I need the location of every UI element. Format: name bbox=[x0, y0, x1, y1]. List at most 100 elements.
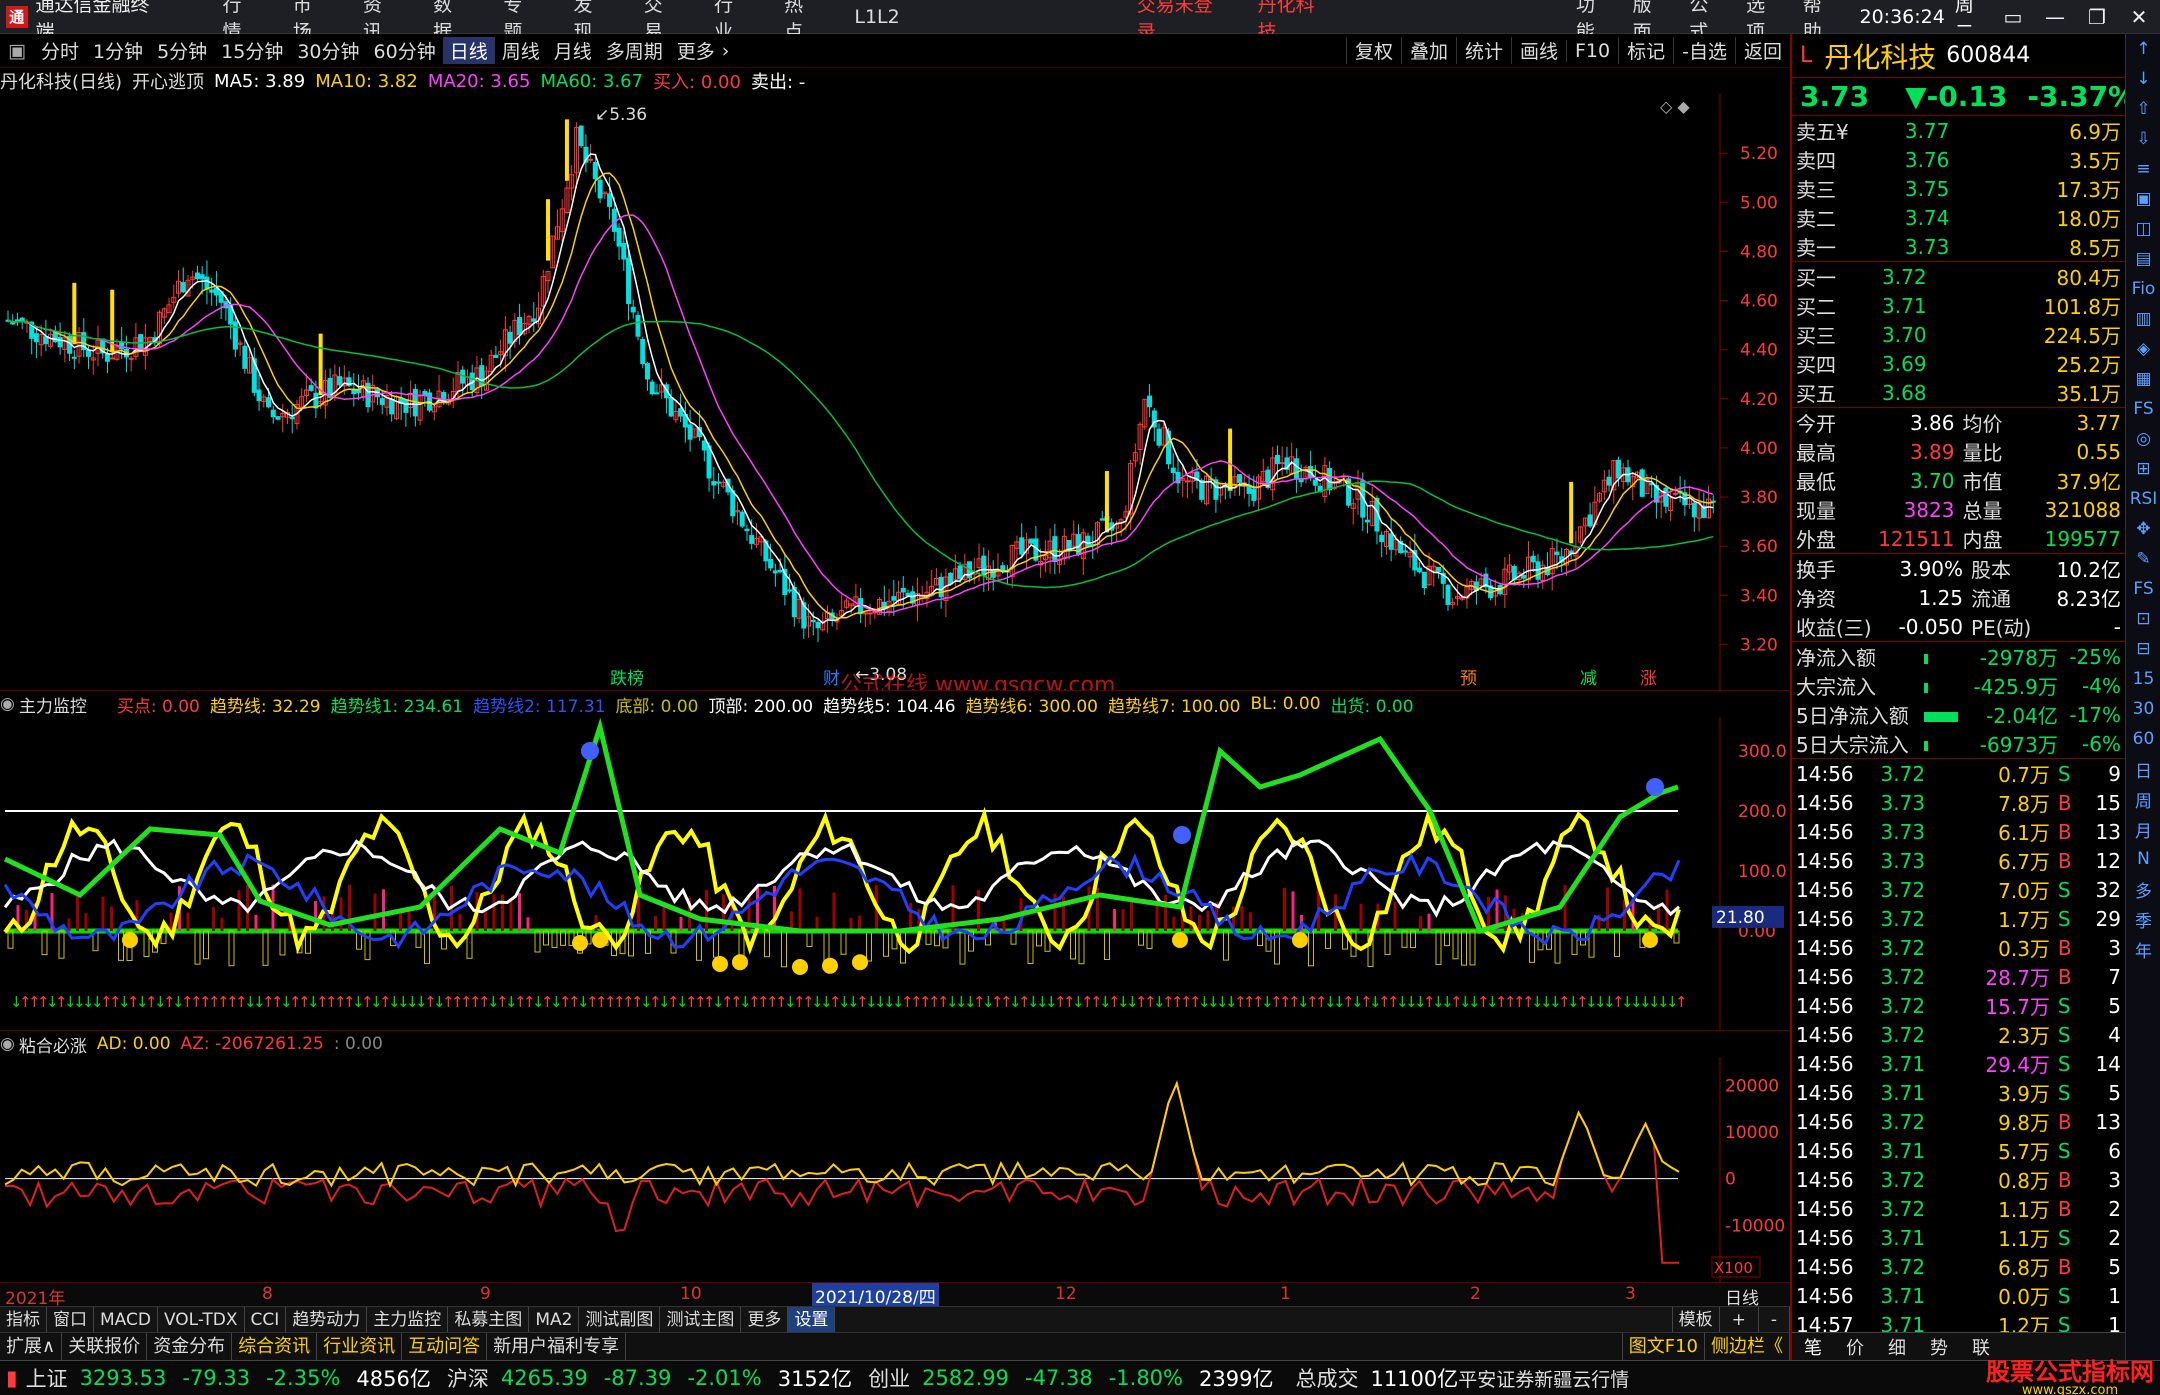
sidebar-tool-icon[interactable]: Fio bbox=[2126, 274, 2160, 304]
sidebar-tool-icon[interactable]: ▣ bbox=[2126, 184, 2160, 214]
sidebar-tool-icon[interactable]: 年 bbox=[2126, 934, 2160, 964]
tab-test-main[interactable]: 测试主图 bbox=[660, 1306, 742, 1333]
sub-chart-2-panel[interactable]: ◉ 粘合必涨 AD: 0.00 AZ: -2067261.25 : 0.00 2… bbox=[0, 1030, 1790, 1283]
tab-fund-dist[interactable]: 资金分布 bbox=[147, 1332, 233, 1361]
tick-row[interactable]: 14:56 3.71 0.0万 S 1 bbox=[1792, 1281, 2125, 1310]
tab-settings[interactable]: 设置 bbox=[788, 1306, 836, 1333]
tab-window[interactable]: 窗口 bbox=[47, 1306, 94, 1333]
sidebar-tool-icon[interactable]: 周 bbox=[2126, 784, 2160, 814]
tab-related[interactable]: 关联报价 bbox=[62, 1332, 148, 1361]
sidebar-tool-icon[interactable]: ◎ bbox=[2126, 424, 2160, 454]
stats-row[interactable]: 最低 3.70 市值 37.9亿 bbox=[1792, 466, 2125, 495]
sidebar-toggle[interactable]: 侧边栏《 bbox=[1705, 1332, 1790, 1361]
menu-item[interactable]: L1L2 bbox=[854, 6, 899, 28]
adhesion-chart[interactable]: 20000 10000 0 -10000 X100 bbox=[0, 1057, 1790, 1283]
chevron-right-icon[interactable]: › bbox=[722, 40, 730, 62]
tick-row[interactable]: 14:56 3.72 7.0万 S 32 bbox=[1792, 875, 2125, 904]
maximize-icon[interactable]: ❐ bbox=[2076, 5, 2118, 29]
tab-vol[interactable]: VOL-TDX bbox=[158, 1306, 245, 1333]
tab-trend[interactable]: 趋势动力 bbox=[286, 1306, 368, 1333]
toolbar-button[interactable]: 返回 bbox=[1734, 37, 1790, 64]
sidebar-tool-icon[interactable]: 日 bbox=[2126, 754, 2160, 784]
flow-row[interactable]: 5日净流入额 -2.04亿 -17% bbox=[1792, 700, 2125, 729]
minus-button[interactable]: - bbox=[1759, 1306, 1790, 1333]
period-more[interactable]: 更多 bbox=[670, 37, 722, 64]
stats-row[interactable]: 现量 3823 总量 321088 bbox=[1792, 495, 2125, 524]
period-2[interactable]: 1分钟 bbox=[86, 37, 150, 64]
period-5[interactable]: 30分钟 bbox=[290, 37, 366, 64]
period-8[interactable]: 周线 bbox=[495, 37, 547, 64]
sub1-title[interactable]: 主力监控 bbox=[19, 692, 87, 717]
sidebar-tool-icon[interactable]: ✎ bbox=[2126, 544, 2160, 574]
sidebar-tool-icon[interactable]: ⊟ bbox=[2126, 634, 2160, 664]
tick-row[interactable]: 14:56 3.72 9.8万 B 13 bbox=[1792, 1107, 2125, 1136]
sidebar-tool-icon[interactable]: 月 bbox=[2126, 814, 2160, 844]
bid-row[interactable]: 买四 3.69 25.2万 bbox=[1792, 349, 2125, 378]
sidebar-tool-icon[interactable]: ⇩ bbox=[2126, 124, 2160, 154]
sidebar-tool-icon[interactable]: ▤ bbox=[2126, 244, 2160, 274]
stats-row[interactable]: 最高 3.89 量比 0.55 bbox=[1792, 437, 2125, 466]
tick-row[interactable]: 14:56 3.72 15.7万 S 5 bbox=[1792, 991, 2125, 1020]
tick-row[interactable]: 14:56 3.72 0.7万 S 9 bbox=[1792, 759, 2125, 788]
toolbar-button[interactable]: F10 bbox=[1566, 39, 1618, 62]
tab-more[interactable]: 更多 bbox=[741, 1306, 789, 1333]
sidebar-tool-icon[interactable]: ↑ bbox=[2126, 34, 2160, 64]
sidebar-tool-icon[interactable]: ≡ bbox=[2126, 154, 2160, 184]
tab-jia[interactable]: 价 bbox=[1834, 1334, 1876, 1360]
main-force-monitor-chart[interactable]: 300.0200.0100.00.0021.80↓↑↑↑↓↑↓↓↓↓↑↑↓↑↓↑… bbox=[0, 717, 1790, 1031]
bid-row[interactable]: 买一 3.72 80.4万 bbox=[1792, 262, 2125, 291]
fund-row[interactable]: 净资 1.25 流通 8.23亿 bbox=[1792, 583, 2125, 612]
toolbar-button[interactable]: 统计 bbox=[1455, 37, 1511, 64]
bid-row[interactable]: 买五 3.68 35.1万 bbox=[1792, 378, 2125, 408]
tab-industry-news[interactable]: 行业资讯 bbox=[317, 1332, 403, 1361]
toolbar-button[interactable]: 叠加 bbox=[1400, 37, 1456, 64]
sidebar-tool-icon[interactable]: RSI bbox=[2126, 484, 2160, 514]
toolbar-button[interactable]: -自选 bbox=[1673, 37, 1735, 64]
sidebar-tool-icon[interactable]: ↓ bbox=[2126, 64, 2160, 94]
restore-icon[interactable]: ▭ bbox=[1992, 5, 2034, 29]
tick-row[interactable]: 14:56 3.71 1.1万 S 2 bbox=[1792, 1223, 2125, 1252]
flow-row[interactable]: 大宗流入 -425.9万 -4% bbox=[1792, 671, 2125, 700]
sidebar-tool-icon[interactable]: ◫ bbox=[2126, 214, 2160, 244]
close-icon[interactable]: ✕ bbox=[2118, 5, 2160, 29]
tab-ma2[interactable]: MA2 bbox=[529, 1306, 580, 1333]
toolbar-button[interactable]: 标记 bbox=[1618, 37, 1673, 64]
period-6[interactable]: 60分钟 bbox=[367, 37, 443, 64]
tab-new-user[interactable]: 新用户福利专享 bbox=[487, 1332, 627, 1361]
sub2-title[interactable]: 粘合必涨 bbox=[19, 1032, 87, 1057]
tab-monitor[interactable]: 主力监控 bbox=[367, 1306, 449, 1333]
period-daily[interactable]: 日线 bbox=[442, 37, 495, 64]
sidebar-tool-icon[interactable]: 季 bbox=[2126, 904, 2160, 934]
sidebar-tool-icon[interactable]: ⊞ bbox=[2126, 454, 2160, 484]
tick-row[interactable]: 14:56 3.73 6.1万 B 13 bbox=[1792, 817, 2125, 846]
tick-row[interactable]: 14:56 3.73 7.8万 B 15 bbox=[1792, 788, 2125, 817]
tick-row[interactable]: 14:56 3.71 3.9万 S 5 bbox=[1792, 1078, 2125, 1107]
tick-row[interactable]: 14:56 3.72 0.3万 B 3 bbox=[1792, 933, 2125, 962]
tick-row[interactable]: 14:56 3.72 6.8万 B 5 bbox=[1792, 1252, 2125, 1281]
sidebar-tool-icon[interactable]: ✥ bbox=[2126, 514, 2160, 544]
collapse-icon[interactable]: ◉ bbox=[0, 1034, 15, 1054]
period-10[interactable]: 多周期 bbox=[599, 37, 670, 64]
tab-news[interactable]: 综合资讯 bbox=[232, 1332, 318, 1361]
bid-row[interactable]: 买二 3.71 101.8万 bbox=[1792, 291, 2125, 320]
stats-row[interactable]: 外盘 121511 内盘 199577 bbox=[1792, 524, 2125, 554]
tick-row[interactable]: 14:56 3.72 1.1万 B 2 bbox=[1792, 1194, 2125, 1223]
tick-row[interactable]: 14:56 3.73 6.7万 B 12 bbox=[1792, 846, 2125, 875]
sidebar-tool-icon[interactable]: FS bbox=[2126, 574, 2160, 604]
tab-lian[interactable]: 联 bbox=[1960, 1334, 2002, 1360]
tick-row[interactable]: 14:56 3.71 29.4万 S 14 bbox=[1792, 1049, 2125, 1078]
period-3[interactable]: 5分钟 bbox=[150, 37, 214, 64]
ask-row[interactable]: 卖三 3.75 17.3万 bbox=[1792, 174, 2125, 203]
sidebar-tool-icon[interactable]: 30 bbox=[2126, 694, 2160, 724]
tick-row[interactable]: 14:56 3.71 5.7万 S 6 bbox=[1792, 1136, 2125, 1165]
period-9[interactable]: 月线 bbox=[547, 37, 599, 64]
sidebar-tool-icon[interactable]: 多 bbox=[2126, 874, 2160, 904]
tab-macd[interactable]: MACD bbox=[94, 1306, 158, 1333]
toolbar-button[interactable]: 复权 bbox=[1345, 37, 1401, 64]
tab-private[interactable]: 私募主图 bbox=[448, 1306, 530, 1333]
template-button[interactable]: 模板 bbox=[1671, 1306, 1720, 1333]
tick-row[interactable]: 14:56 3.72 28.7万 B 7 bbox=[1792, 962, 2125, 991]
sidebar-tool-icon[interactable]: ◈ bbox=[2126, 334, 2160, 364]
ask-row[interactable]: 卖五¥ 3.77 6.9万 bbox=[1792, 116, 2125, 145]
ask-row[interactable]: 卖二 3.74 18.0万 bbox=[1792, 203, 2125, 232]
